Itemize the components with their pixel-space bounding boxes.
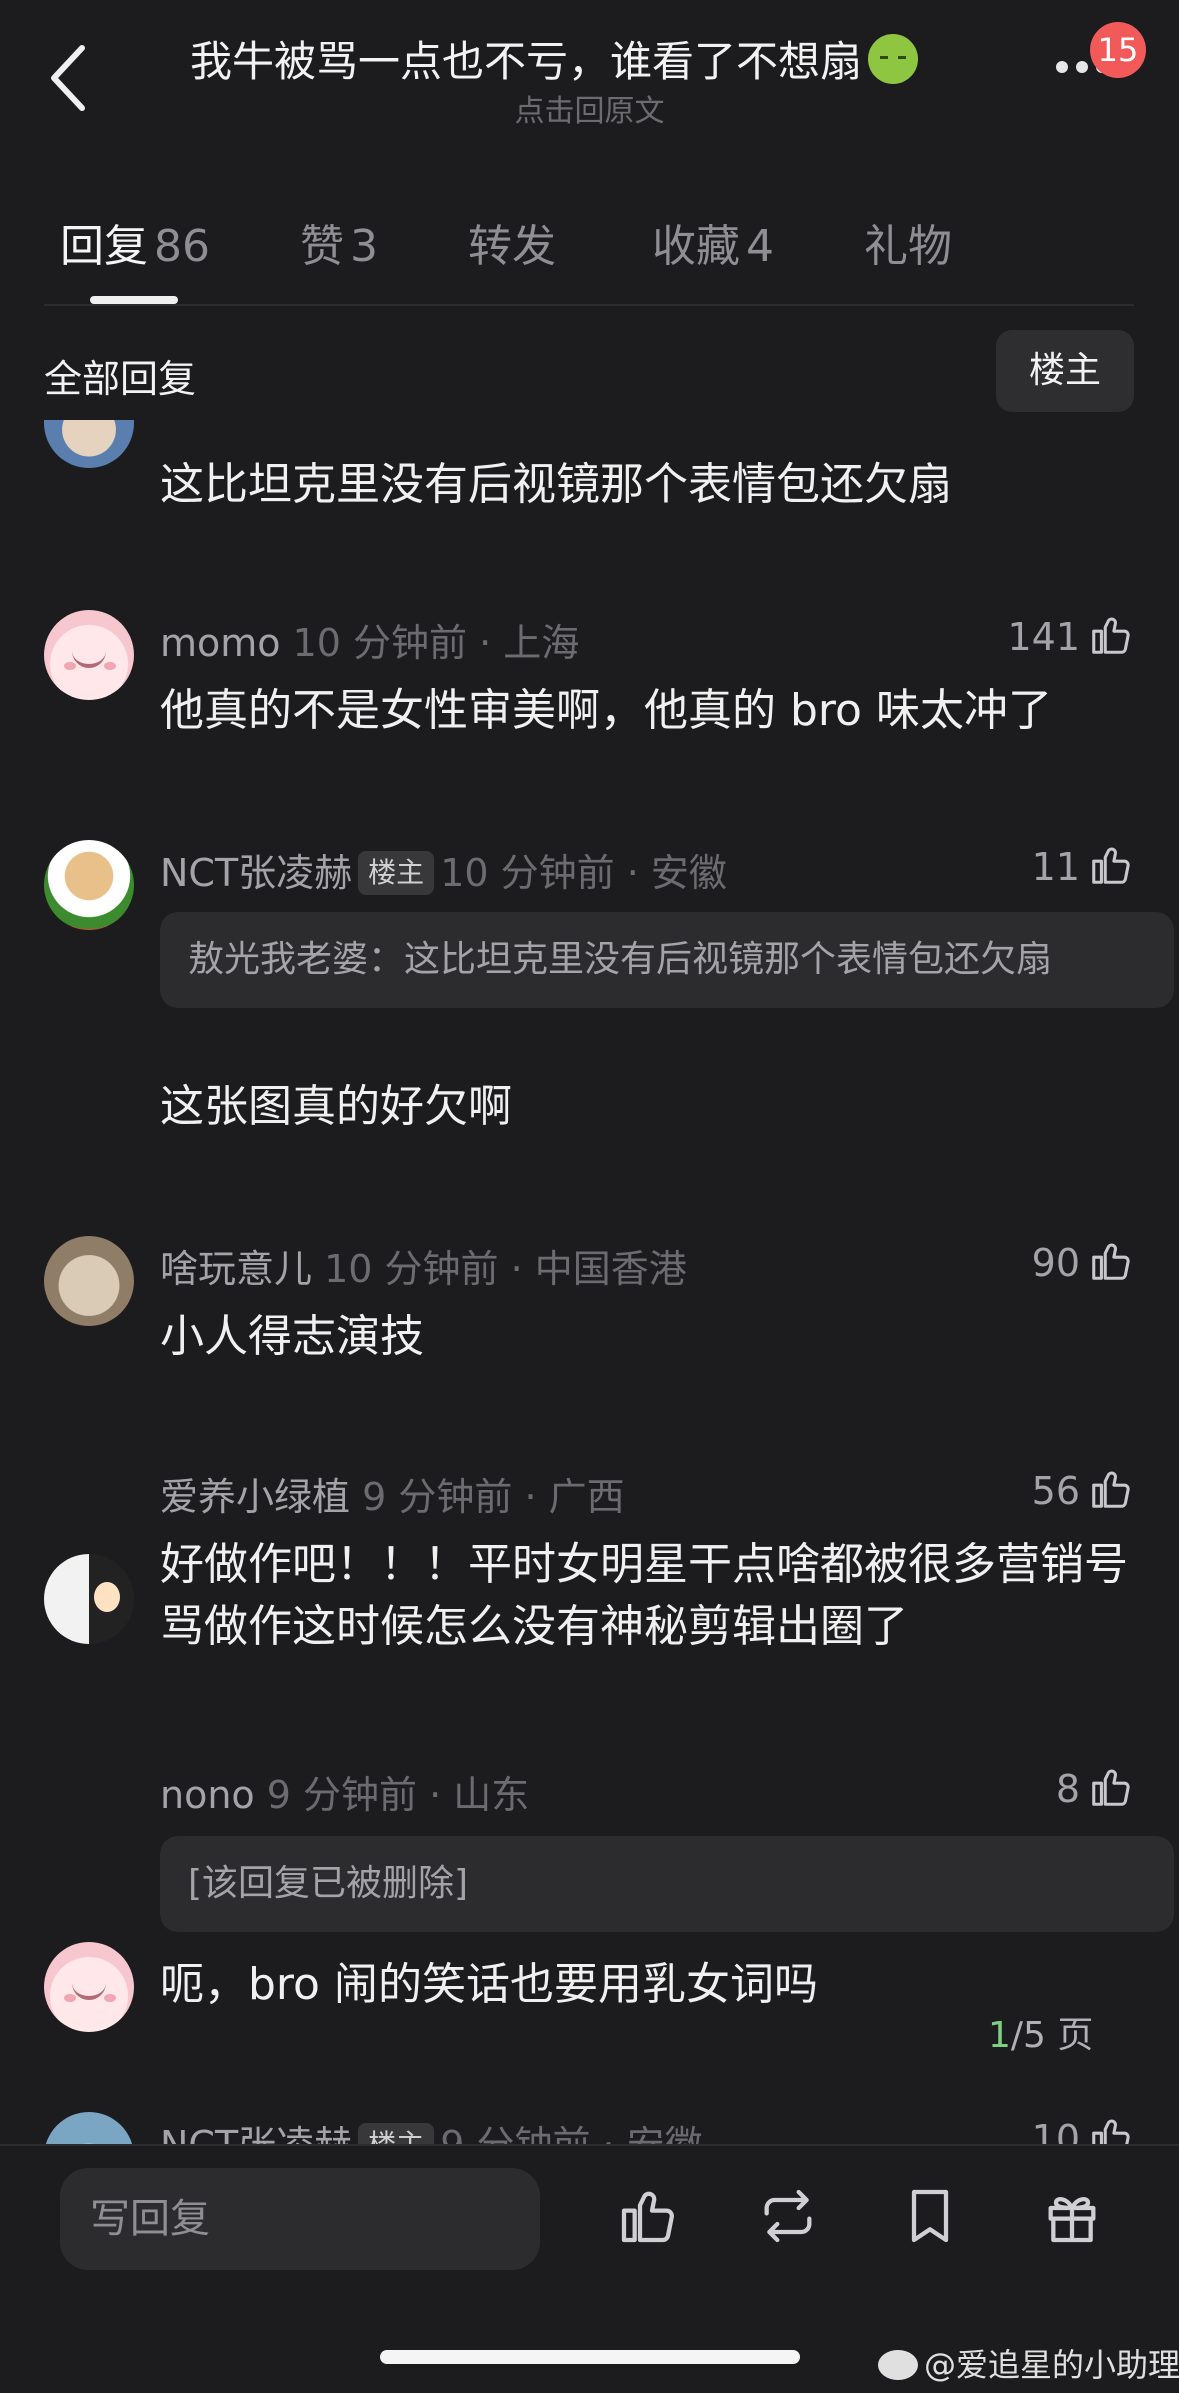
- tab-favorites[interactable]: 收藏 4: [652, 210, 774, 274]
- avatar[interactable]: [44, 2112, 134, 2144]
- tab-likes[interactable]: 赞3: [300, 210, 378, 274]
- post-title[interactable]: 我牛被骂一点也不亏，谁看了不想扇: [190, 28, 990, 89]
- thumbs-up-icon: [1092, 847, 1130, 884]
- op-only-button[interactable]: 楼主: [996, 330, 1134, 412]
- username[interactable]: 啥玩意儿: [160, 1247, 312, 1291]
- username[interactable]: momo: [160, 621, 281, 665]
- comment-header: 爱养小绿植 9 分钟前 · 广西: [160, 1466, 625, 1521]
- like-count: 8: [1055, 1767, 1080, 1811]
- like-count: 10: [1031, 2117, 1080, 2144]
- total-pages: /5 页: [1010, 2015, 1094, 2056]
- avatar[interactable]: [44, 610, 134, 700]
- comment-text: 他真的不是女性审美啊，他真的 bro 味太冲了: [160, 685, 1052, 736]
- comment-header: NCT张凌赫楼主9 分钟前 · 安徽: [160, 2114, 703, 2144]
- like-button[interactable]: 56: [954, 1466, 1134, 1513]
- thumbs-up-icon: [1092, 1243, 1130, 1280]
- tab-reposts[interactable]: 转发: [468, 210, 556, 274]
- divider: [44, 304, 1134, 306]
- comment-text: 这比坦克里没有后视镜那个表情包还欠扇: [160, 459, 952, 510]
- thumbs-up-icon: [1092, 1769, 1130, 1806]
- tab-gifts[interactable]: 礼物: [864, 210, 952, 274]
- username[interactable]: nono: [160, 1773, 255, 1817]
- weibo-logo-icon: [878, 2350, 918, 2380]
- like-button[interactable]: 8: [954, 1764, 1134, 1811]
- avatar[interactable]: [44, 840, 134, 930]
- thumbs-up-icon: [621, 2191, 674, 2243]
- comment-header: nono 9 分钟前 · 山东: [160, 1764, 529, 1819]
- thumbs-up-icon: [1092, 2119, 1130, 2144]
- avatar[interactable]: [44, 420, 134, 468]
- list-item: NCT张凌赫楼主9 分钟前 · 安徽 10: [0, 2104, 1179, 2144]
- avatar[interactable]: [44, 1554, 134, 1644]
- comment-text: 好做作吧！！！平时女明星干点啥都被很多营销号骂做作这时候怎么没有神秘剪辑出圈了: [160, 1539, 1128, 1652]
- write-reply-input[interactable]: 写回复: [60, 2168, 540, 2270]
- op-badge: 楼主: [358, 851, 435, 895]
- comment-text: 小人得志演技: [160, 1311, 424, 1362]
- bookmark-icon: [911, 2189, 949, 2243]
- quoted-reply[interactable]: 敖光我老婆：这比坦克里没有后视镜那个表情包还欠扇: [160, 912, 1174, 1008]
- like-count: 90: [1031, 1241, 1080, 1285]
- comment-header: 啥玩意儿 10 分钟前 · 中国香港: [160, 1238, 687, 1293]
- active-tab-indicator: [90, 296, 178, 304]
- thumbs-up-icon: [1092, 617, 1130, 654]
- quoted-reply-deleted: [该回复已被删除]: [160, 1836, 1174, 1932]
- like-button[interactable]: 11: [954, 842, 1134, 889]
- like-count: 141: [1007, 615, 1080, 659]
- home-indicator: [380, 2350, 800, 2364]
- comment-meta: 9 分钟前 · 广西: [362, 1475, 625, 1519]
- watermark: @爱追星的小助理: [878, 2340, 1179, 2386]
- gift-button[interactable]: [1040, 2184, 1104, 2248]
- like-count: 11: [1031, 845, 1080, 889]
- comment-text: 这张图真的好欠啊: [160, 1081, 512, 1132]
- comment-meta: 10 分钟前 · 上海: [292, 621, 580, 665]
- like-button[interactable]: 90: [954, 1238, 1134, 1285]
- avatar[interactable]: [44, 1236, 134, 1326]
- all-replies-label: 全部回复: [44, 357, 197, 401]
- dot-icon: [1076, 61, 1088, 73]
- thumbs-up-icon: [1092, 1471, 1130, 1508]
- repost-button[interactable]: [756, 2184, 820, 2248]
- comment-meta: 9 分钟前 · 山东: [266, 1773, 530, 1817]
- dot-icon: [1056, 61, 1068, 73]
- comment-meta: 9 分钟前 · 安徽: [440, 2123, 703, 2144]
- repost-icon: [764, 2189, 812, 2243]
- nauseated-face-emoji-icon: [868, 34, 919, 84]
- current-page: 1: [988, 2015, 1011, 2056]
- username[interactable]: NCT张凌赫: [160, 851, 352, 895]
- username[interactable]: NCT张凌赫: [160, 2123, 352, 2144]
- username[interactable]: 爱养小绿植: [160, 1475, 350, 1519]
- page-indicator[interactable]: 1/5 页: [988, 2006, 1093, 2058]
- like-count: 56: [1031, 1469, 1080, 1513]
- gift-icon: [1048, 2197, 1096, 2243]
- comment-meta: 10 分钟前 · 安徽: [440, 851, 727, 895]
- like-post-button[interactable]: [616, 2184, 680, 2248]
- op-badge: 楼主: [358, 2123, 435, 2144]
- comment-header: momo 10 分钟前 · 上海: [160, 612, 579, 667]
- back-to-original-link[interactable]: 点击回原文: [0, 86, 1179, 130]
- notification-badge: 15: [1090, 22, 1146, 78]
- tab-replies[interactable]: 回复 86: [60, 210, 210, 274]
- comment-meta: 10 分钟前 · 中国香港: [324, 1247, 687, 1291]
- like-button[interactable]: 10: [954, 2114, 1134, 2144]
- comment-header: NCT张凌赫 楼主 10 分钟前 · 安徽: [160, 842, 727, 897]
- bookmark-button[interactable]: [898, 2184, 962, 2248]
- avatar[interactable]: [44, 1942, 134, 2032]
- like-button[interactable]: 141: [954, 612, 1134, 659]
